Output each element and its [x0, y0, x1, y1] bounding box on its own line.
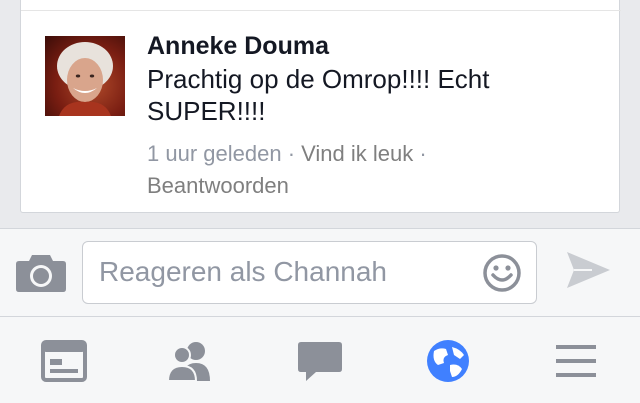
comment-time[interactable]: 1 uur geleden	[147, 141, 282, 166]
divider	[21, 10, 621, 11]
camera-button[interactable]	[15, 253, 67, 293]
tab-friends[interactable]	[166, 339, 214, 383]
tab-bar	[0, 316, 640, 403]
feed-background: Anneke Douma Prachtig op de Omrop!!!! Ec…	[0, 0, 640, 228]
comment-text: Prachtig op de Omrop!!!! Echt SUPER!!!!	[147, 64, 490, 126]
news-feed-icon	[41, 340, 87, 382]
send-icon	[567, 252, 610, 288]
messages-icon	[298, 342, 342, 381]
globe-icon	[427, 340, 469, 382]
tab-news-feed[interactable]	[40, 339, 88, 383]
send-button[interactable]	[562, 244, 614, 296]
comment-author[interactable]: Anneke Douma	[147, 32, 329, 61]
friends-icon	[166, 342, 210, 382]
comment-card: Anneke Douma Prachtig op de Omrop!!!! Ec…	[20, 0, 621, 213]
camera-icon	[16, 255, 66, 292]
comment-composer: Reageren als Channah	[0, 228, 640, 316]
menu-icon	[556, 345, 596, 377]
like-link[interactable]: Vind ik leuk	[301, 141, 413, 166]
comment-input-placeholder: Reageren als Channah	[99, 256, 387, 287]
avatar[interactable]	[45, 36, 125, 116]
tab-messages[interactable]	[296, 339, 344, 383]
avatar-image	[57, 42, 113, 116]
meta-separator: ·	[287, 141, 302, 166]
meta-separator: ·	[419, 141, 427, 166]
tab-more[interactable]	[552, 339, 600, 383]
smiley-icon	[483, 254, 521, 292]
emoji-button[interactable]	[482, 253, 522, 293]
comment-input[interactable]: Reageren als Channah	[82, 241, 537, 304]
comment-meta: 1 uur geleden · Vind ik leuk · Beantwoor…	[147, 138, 527, 202]
reply-link[interactable]: Beantwoorden	[147, 173, 289, 198]
tab-notifications[interactable]	[424, 339, 472, 383]
